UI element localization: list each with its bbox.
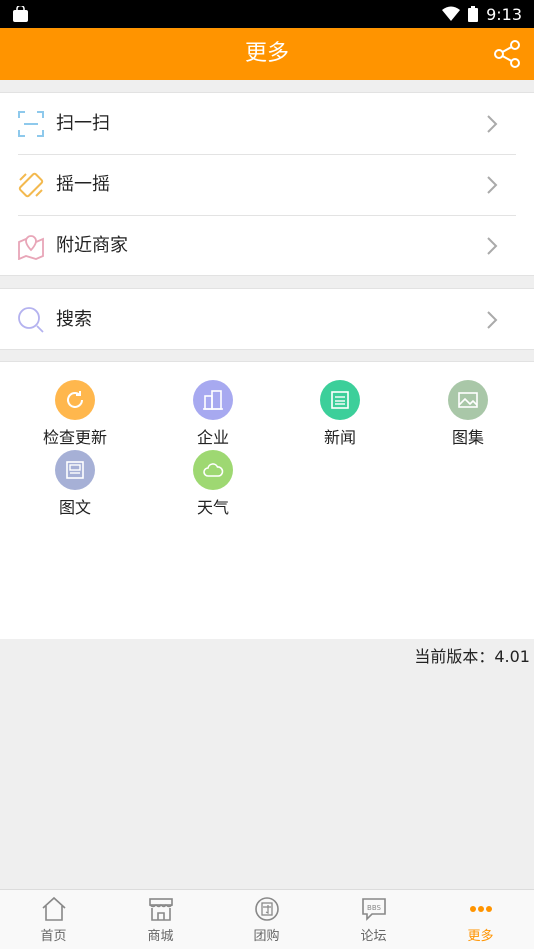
- tab-group-buy[interactable]: 团购: [213, 890, 320, 949]
- grid-label: 图集: [451, 428, 484, 447]
- bottom-tab-bar: 首页 商城 团购 BBS 论坛 更多: [0, 889, 534, 949]
- status-right: 9:13: [442, 0, 522, 28]
- bbs-icon: BBS: [361, 898, 386, 921]
- menu-group-primary: 扫一扫 摇一摇 附近商家: [0, 92, 534, 276]
- menu-group-search: 搜索: [0, 288, 534, 350]
- more-dots-icon: [469, 906, 492, 912]
- article-icon: [55, 450, 95, 490]
- cloud-icon: [193, 450, 233, 490]
- grid-label: 新闻: [323, 428, 356, 447]
- store-icon: [148, 898, 173, 921]
- grid-item-weather[interactable]: 天气: [163, 450, 263, 517]
- grid-item-articles[interactable]: 图文: [25, 450, 125, 517]
- shake-icon: [18, 172, 44, 198]
- menu-item-scan[interactable]: 扫一扫: [0, 93, 534, 154]
- news-icon: [320, 380, 360, 420]
- version-text: 当前版本：4.01: [414, 647, 530, 666]
- tab-home[interactable]: 首页: [0, 890, 107, 949]
- status-time: 9:13: [486, 4, 522, 24]
- grid-label: 企业: [196, 428, 229, 447]
- grid-item-check-update[interactable]: 检查更新: [25, 380, 125, 447]
- group-buy-icon: [254, 897, 279, 921]
- menu-label-search: 搜索: [56, 309, 92, 330]
- scan-icon: [18, 111, 44, 137]
- refresh-icon: [55, 380, 95, 420]
- svg-text:BBS: BBS: [367, 904, 381, 912]
- tab-label: 首页: [40, 929, 67, 944]
- page-title: 更多: [244, 41, 289, 66]
- menu-item-nearby-merchants[interactable]: 附近商家: [0, 215, 534, 276]
- grid-item-enterprise[interactable]: 企业: [163, 380, 263, 447]
- tab-mall[interactable]: 商城: [107, 890, 214, 949]
- map-icon: [18, 235, 44, 260]
- chevron-right-icon: [487, 115, 498, 133]
- image-icon: [448, 380, 488, 420]
- wifi-icon: [442, 6, 461, 21]
- app-header: 更多: [0, 28, 534, 80]
- tab-label: 团购: [253, 929, 280, 944]
- share-icon[interactable]: [492, 39, 522, 69]
- chevron-right-icon: [487, 176, 498, 194]
- menu-item-search[interactable]: 搜索: [0, 289, 534, 350]
- menu-item-shake[interactable]: 摇一摇: [0, 154, 534, 215]
- tab-label: 商城: [147, 929, 174, 944]
- tab-forum[interactable]: BBS 论坛: [320, 890, 427, 949]
- search-icon: [18, 307, 44, 333]
- home-icon: [41, 896, 66, 921]
- status-bar: 9:13: [0, 0, 534, 28]
- tab-label: 论坛: [360, 929, 387, 944]
- feature-grid: 检查更新 企业 新闻 图集 图文 天气: [0, 361, 534, 639]
- building-icon: [193, 380, 233, 420]
- chevron-right-icon: [487, 237, 498, 255]
- grid-label: 天气: [196, 498, 229, 517]
- grid-label: 图文: [58, 498, 91, 517]
- notification-bag-icon: [13, 6, 28, 22]
- menu-label-nearby-merchants: 附近商家: [56, 235, 128, 256]
- tab-more[interactable]: 更多: [427, 890, 534, 949]
- grid-item-gallery[interactable]: 图集: [418, 380, 518, 447]
- menu-label-shake: 摇一摇: [56, 174, 110, 195]
- grid-item-news[interactable]: 新闻: [290, 380, 390, 447]
- chevron-right-icon: [487, 311, 498, 329]
- menu-label-scan: 扫一扫: [56, 113, 110, 134]
- battery-icon: [468, 6, 479, 22]
- grid-label: 检查更新: [42, 428, 107, 447]
- tab-label: 更多: [467, 929, 494, 944]
